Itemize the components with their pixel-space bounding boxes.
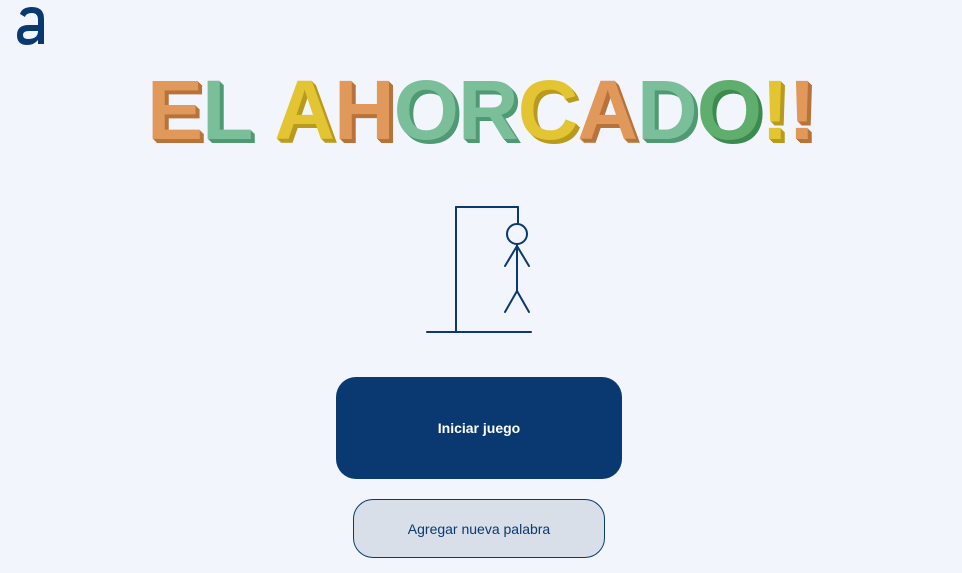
alura-logo-icon [14,4,50,48]
title-letter: D [637,63,698,157]
title-letter: O [393,63,459,157]
hangman-icon [426,205,532,335]
title-letter: A [577,63,638,157]
title-letter: ! [788,63,816,157]
title-letter: L [202,63,253,157]
game-title: EL AHORCADO!! [0,68,962,152]
title-letter: H [334,63,395,157]
start-game-button[interactable]: Iniciar juego [336,377,622,479]
title-letter: R [458,63,519,157]
title-letter: ! [761,63,789,157]
title-letter: O [696,63,762,157]
title-letter: A [274,63,335,157]
add-new-word-button[interactable]: Agregar nueva palabra [353,499,605,558]
title-letter: E [146,63,203,157]
title-letter: C [517,63,579,157]
page: EL AHORCADO!! Iniciar juego Agregar nuev… [0,0,962,573]
